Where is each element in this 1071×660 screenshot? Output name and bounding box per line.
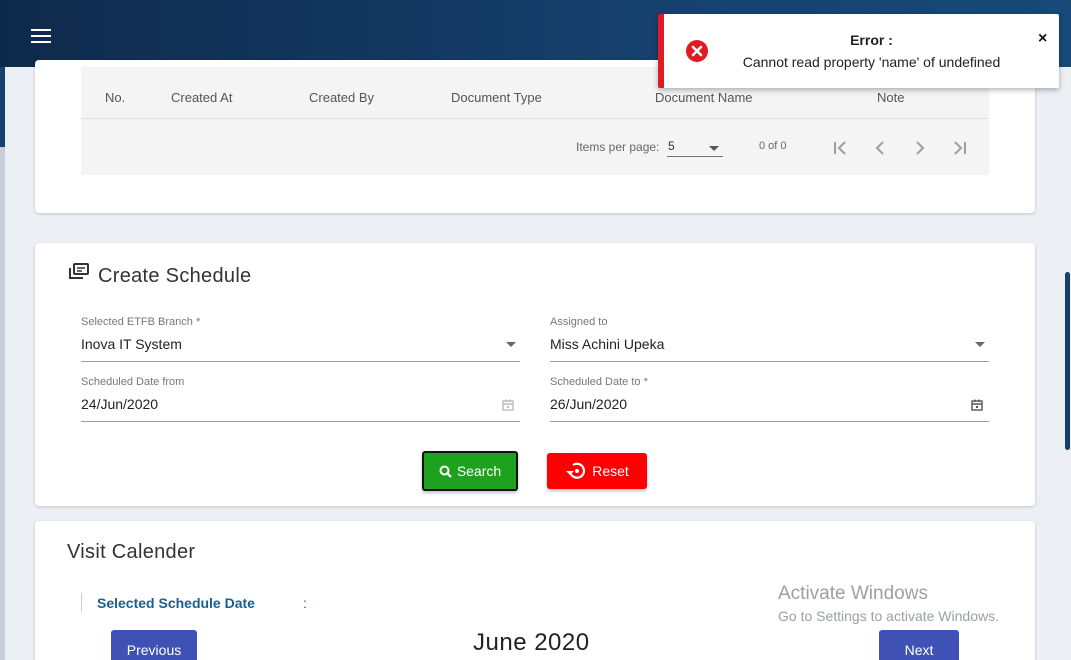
- column-header-document-name[interactable]: Document Name: [655, 90, 753, 105]
- column-header-no[interactable]: No.: [105, 90, 125, 105]
- date-to-label: Scheduled Date to *: [550, 376, 648, 388]
- sidebar-edge: [0, 67, 5, 660]
- page-scrollbar-thumb[interactable]: [1065, 272, 1070, 450]
- branch-select[interactable]: Selected ETFB Branch * Inova IT System: [81, 316, 520, 362]
- library-books-icon: [69, 263, 89, 279]
- items-per-page-select[interactable]: 5: [667, 137, 723, 157]
- chevron-down-icon: [975, 342, 985, 347]
- next-month-button[interactable]: Next: [879, 630, 959, 660]
- calendar-icon[interactable]: [501, 398, 515, 412]
- chevron-down-icon: [709, 146, 719, 151]
- branch-label: Selected ETFB Branch *: [81, 316, 201, 328]
- previous-month-button[interactable]: Previous: [111, 630, 197, 660]
- assigned-to-label: Assigned to: [550, 316, 608, 328]
- last-page-icon: [954, 141, 966, 155]
- column-header-document-type[interactable]: Document Type: [451, 90, 542, 105]
- date-from-value: 24/Jun/2020: [81, 396, 159, 412]
- toast-message: Cannot read property 'name' of undefined: [742, 54, 1001, 70]
- paginator-range-label: 0 of 0: [759, 140, 787, 152]
- date-from-label: Scheduled Date from: [81, 376, 185, 388]
- first-page-button[interactable]: [827, 135, 853, 161]
- visit-calendar-title: Visit Calender: [67, 541, 196, 563]
- chevron-left-icon: [875, 141, 884, 155]
- error-toast: Error : Cannot read property 'name' of u…: [658, 14, 1059, 88]
- restore-icon: [566, 462, 586, 479]
- calendar-month-title: June 2020: [473, 629, 590, 656]
- assigned-to-select[interactable]: Assigned to Miss Achini Upeka: [550, 316, 989, 362]
- column-header-note[interactable]: Note: [877, 90, 904, 105]
- date-to-value: 26/Jun/2020: [550, 396, 628, 412]
- selected-schedule-date-separator: :: [303, 595, 307, 611]
- items-per-page-label: Items per page:: [576, 140, 660, 154]
- column-header-created-by[interactable]: Created By: [309, 90, 374, 105]
- reset-button[interactable]: Reset: [547, 453, 647, 489]
- search-button[interactable]: Search: [422, 451, 518, 491]
- close-icon[interactable]: ×: [1038, 30, 1047, 48]
- chevron-right-icon: [916, 141, 925, 155]
- search-icon: [439, 465, 452, 478]
- create-schedule-card: Create Schedule Selected ETFB Branch * I…: [35, 243, 1035, 506]
- toast-title: Error :: [850, 32, 893, 48]
- table-paginator: Items per page: 5 0 of 0: [81, 119, 989, 175]
- last-page-button[interactable]: [947, 135, 973, 161]
- scheduled-date-to-field[interactable]: Scheduled Date to * 26/Jun/2020: [550, 376, 989, 422]
- visit-calendar-card: Visit Calender Selected Schedule Date : …: [35, 521, 1035, 660]
- assigned-to-value: Miss Achini Upeka: [550, 336, 665, 352]
- branch-value: Inova IT System: [81, 336, 182, 352]
- divider: [81, 593, 82, 612]
- first-page-icon: [834, 141, 846, 155]
- chevron-down-icon: [506, 342, 516, 347]
- hamburger-menu-icon[interactable]: [26, 24, 56, 48]
- selected-schedule-date-label: Selected Schedule Date: [97, 595, 255, 611]
- search-button-label: Search: [456, 463, 502, 479]
- previous-page-button[interactable]: [867, 135, 893, 161]
- column-header-created-at[interactable]: Created At: [171, 90, 232, 105]
- calendar-icon[interactable]: [970, 398, 984, 412]
- next-page-button[interactable]: [907, 135, 933, 161]
- create-schedule-title: Create Schedule: [98, 265, 252, 287]
- reset-button-label: Reset: [592, 463, 629, 479]
- scheduled-date-from-field[interactable]: Scheduled Date from 24/Jun/2020: [81, 376, 520, 422]
